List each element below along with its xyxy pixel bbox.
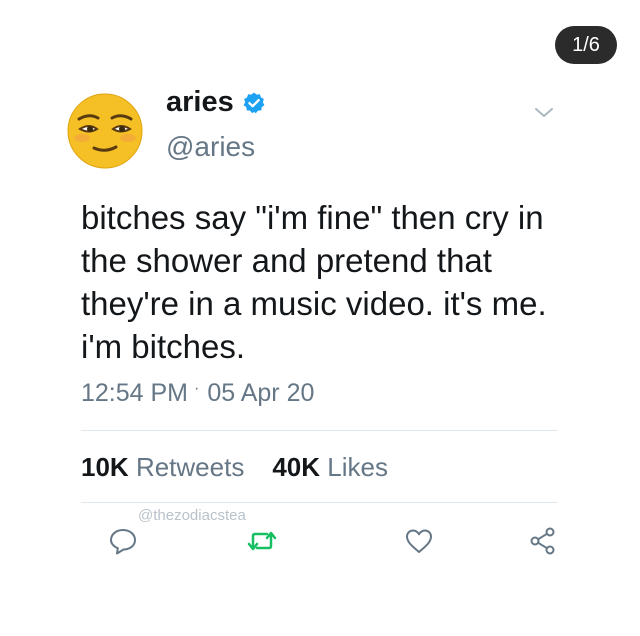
divider-top [81,430,558,431]
reply-icon[interactable] [108,526,138,556]
retweets-stat[interactable]: 10K Retweets [81,452,244,482]
likes-label: Likes [327,452,388,482]
tweet-stats: 10K Retweets 40K Likes [81,452,388,483]
retweet-icon[interactable] [247,526,277,556]
page-counter-badge: 1/6 [555,26,617,64]
verified-badge-icon [243,92,265,113]
tweet-timestamp: 12:54 PM · 05 Apr 20 [81,379,314,408]
likes-stat[interactable]: 40K Likes [272,452,388,482]
divider-bottom [81,502,558,503]
chevron-down-icon[interactable] [533,106,555,120]
author-name-row: aries [166,86,266,119]
tweet-time: 12:54 PM [81,379,189,407]
meta-separator: · [194,380,200,397]
retweets-count: 10K [81,452,129,482]
author-display-name[interactable]: aries [166,86,234,119]
watermark-text: @thezodiacstea [138,507,246,524]
tweet-date: 05 Apr 20 [207,379,315,407]
heart-icon[interactable] [404,526,434,556]
author-handle[interactable]: @aries [166,131,255,163]
share-icon[interactable] [528,526,558,556]
tweet-text: bitches say "i'm fine" then cry in the s… [81,199,547,365]
retweets-label: Retweets [135,452,245,482]
avatar[interactable] [67,93,143,169]
likes-count: 40K [272,452,321,482]
